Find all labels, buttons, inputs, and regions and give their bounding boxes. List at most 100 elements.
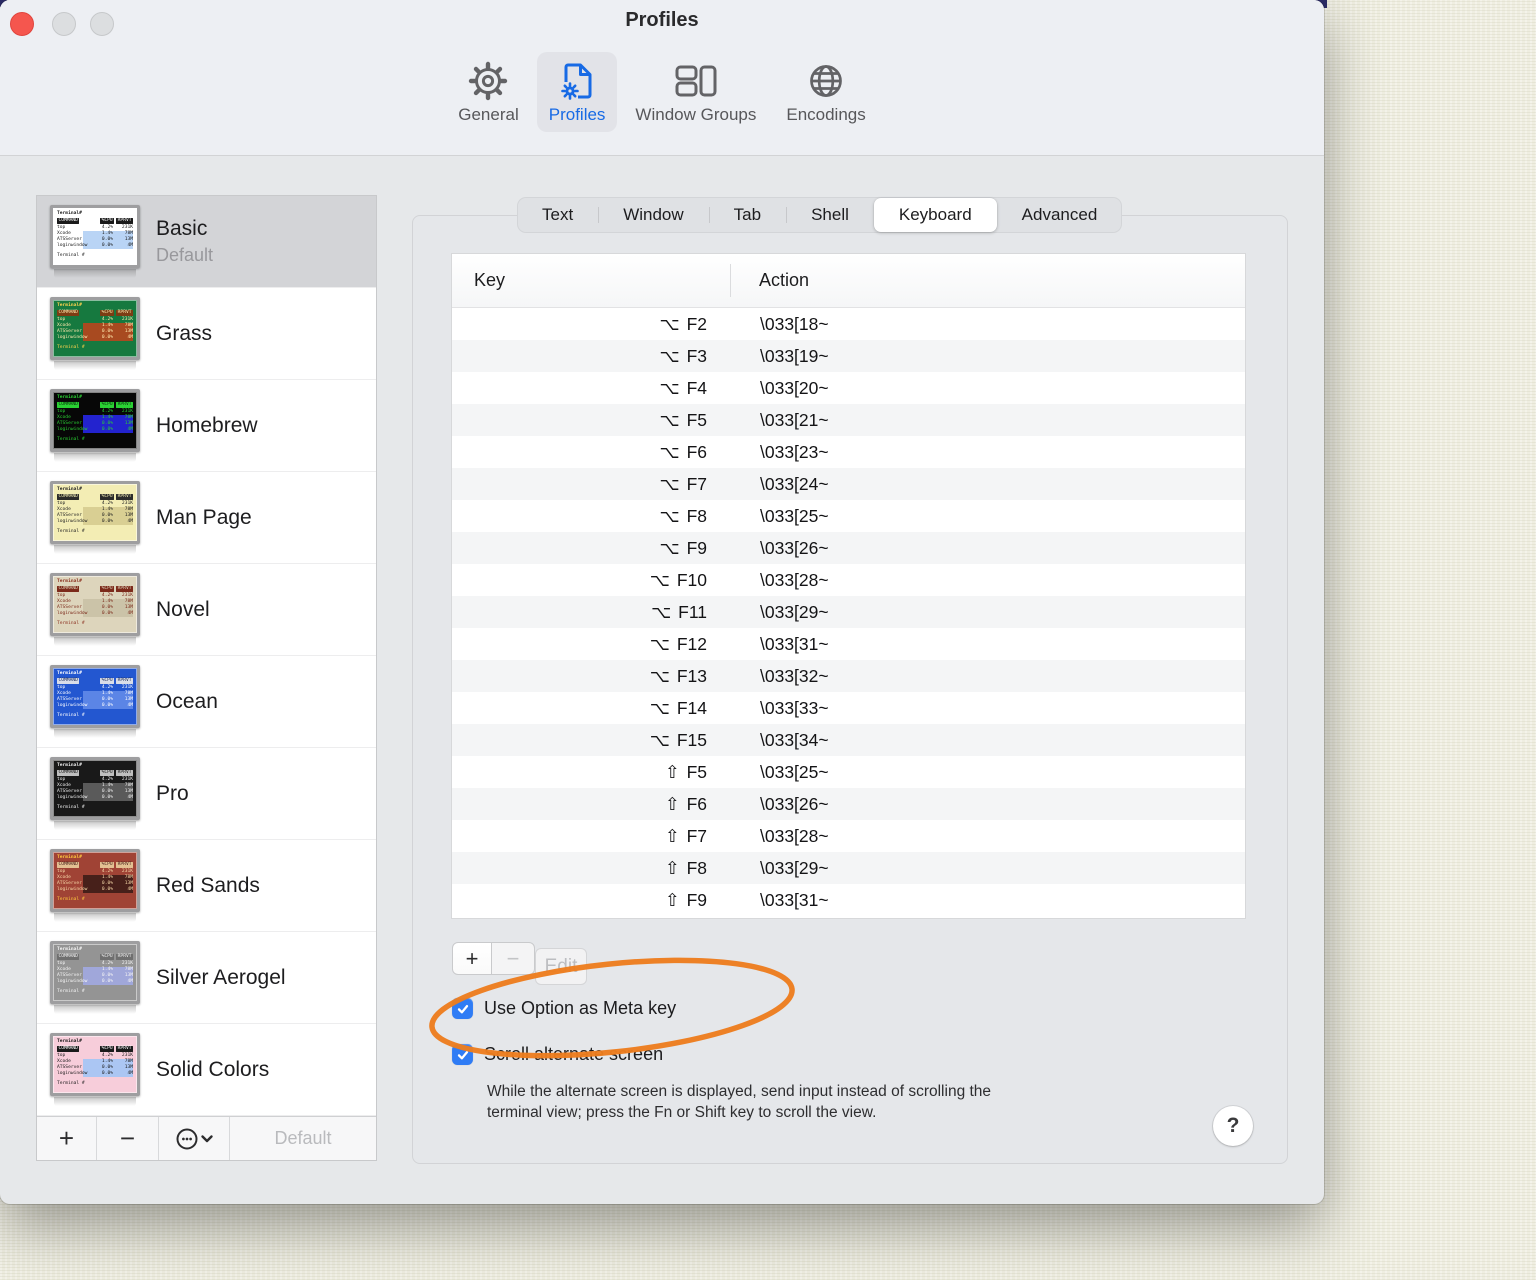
profile-thumbnail: Terminal# COMMAND %CPU RPRVT top 4.2% 231K Xc…	[50, 297, 140, 370]
action-cell: \033[25~	[760, 505, 829, 526]
profile-list-item[interactable]: Terminal# COMMAND %CPU RPRVT top 4.2% 231K Xc…	[37, 932, 376, 1024]
terminal-preview: Terminal# COMMAND %CPU RPRVT top 4.2% 231K Xc…	[50, 389, 140, 452]
checkbox-label: Scroll alternate screen	[484, 1044, 664, 1064]
profile-thumbnail: Terminal# COMMAND %CPU RPRVT top 4.2% 231K Xc…	[50, 757, 140, 830]
action-cell: \033[21~	[760, 409, 829, 430]
window-title: Profiles	[625, 9, 699, 31]
key-action-row[interactable]: ⌥ F5 \033[21~	[452, 404, 1245, 436]
desktop: { "window": { "title": "Profiles" }, "to…	[0, 0, 1536, 1280]
toolbar-item-profiles[interactable]: Profiles	[536, 52, 618, 132]
modifier-key-symbol: ⌥	[659, 441, 680, 462]
key-action-row[interactable]: ⌥ F12 \033[31~	[452, 628, 1245, 660]
key-action-row[interactable]: ⌥ F13 \033[32~	[452, 660, 1245, 692]
key-cell: ⌥ F12	[649, 633, 707, 654]
terminal-preview: Terminal# COMMAND %CPU RPRVT top 4.2% 231K Xc…	[50, 205, 140, 268]
modifier-key-symbol: ⌥	[649, 665, 670, 686]
modifier-key-symbol: ⇧	[664, 857, 680, 878]
add-profile-button[interactable]: +	[37, 1117, 97, 1160]
action-cell: \033[26~	[760, 537, 829, 558]
column-header-key[interactable]: Key	[452, 254, 731, 307]
key-action-rows[interactable]: ⌥ F2 \033[18~ ⌥ F3 \033[19~ ⌥ F4 \033[20~ ⌥…	[452, 308, 1245, 918]
thumbnail-reflection	[54, 453, 136, 462]
modifier-key-symbol: ⇧	[664, 889, 680, 910]
add-key-mapping-button[interactable]: +	[452, 942, 492, 975]
modifier-key-symbol: ⌥	[659, 409, 680, 430]
titlebar: Profiles General Profiles Window Groups …	[0, 0, 1324, 156]
key-action-row[interactable]: ⌥ F6 \033[23~	[452, 436, 1245, 468]
key-action-row[interactable]: ⇧ F8 \033[29~	[452, 852, 1245, 884]
key-action-row[interactable]: ⌥ F7 \033[24~	[452, 468, 1245, 500]
action-cell: \033[28~	[760, 569, 829, 590]
profile-name: Novel	[156, 597, 210, 621]
toolbar-label: Window Groups	[635, 105, 757, 124]
key-cell: ⌥ F3	[659, 345, 707, 366]
key-cell: ⌥ F14	[649, 697, 707, 718]
profile-list-item[interactable]: Terminal# COMMAND %CPU RPRVT top 4.2% 231K Xc…	[37, 472, 376, 564]
tab-text[interactable]: Text	[517, 198, 598, 232]
key-cell: ⇧ F5	[664, 761, 707, 782]
profile-list-item[interactable]: Terminal# COMMAND %CPU RPRVT top 4.2% 231K Xc…	[37, 288, 376, 380]
profile-thumbnail: Terminal# COMMAND %CPU RPRVT top 4.2% 231K Xc…	[50, 1033, 140, 1106]
profile-list-item[interactable]: Terminal# COMMAND %CPU RPRVT top 4.2% 231K Xc…	[37, 1024, 376, 1116]
thumbnail-reflection	[54, 545, 136, 554]
key-cell: ⇧ F8	[664, 857, 707, 878]
profile-list-item[interactable]: Terminal# COMMAND %CPU RPRVT top 4.2% 231K Xc…	[37, 748, 376, 840]
tab-window[interactable]: Window	[598, 198, 708, 232]
thumbnail-reflection	[54, 913, 136, 922]
tab-tab[interactable]: Tab	[708, 198, 786, 232]
tab-bar: Text Window Tab Shell Keyboard Advanced	[517, 197, 1123, 233]
tab-shell[interactable]: Shell	[786, 198, 874, 232]
key-action-row[interactable]: ⌥ F8 \033[25~	[452, 500, 1245, 532]
modifier-key-symbol: ⇧	[664, 793, 680, 814]
terminal-preview: Terminal# COMMAND %CPU RPRVT top 4.2% 231K Xc…	[50, 481, 140, 544]
profile-list-item[interactable]: Terminal# COMMAND %CPU RPRVT top 4.2% 231K Xc…	[37, 564, 376, 656]
key-action-row[interactable]: ⌥ F4 \033[20~	[452, 372, 1245, 404]
thumbnail-reflection	[54, 1097, 136, 1106]
toolbar-item-encodings[interactable]: Encodings	[774, 52, 877, 132]
profile-items: Terminal# COMMAND %CPU RPRVT top 4.2% 231K Xc…	[37, 196, 376, 1117]
use-option-as-meta-key-checkbox[interactable]	[452, 998, 473, 1019]
key-action-row[interactable]: ⌥ F15 \033[34~	[452, 724, 1245, 756]
key-cell: ⌥ F6	[659, 441, 707, 462]
remove-profile-button[interactable]: −	[97, 1117, 159, 1160]
profile-text: Solid Colors	[156, 1058, 269, 1082]
remove-key-mapping-button[interactable]: −	[491, 942, 535, 975]
profile-list-item[interactable]: Terminal# COMMAND %CPU RPRVT top 4.2% 231K Xc…	[37, 656, 376, 748]
toolbar-item-general[interactable]: General	[446, 52, 530, 132]
key-action-row[interactable]: ⇧ F6 \033[26~	[452, 788, 1245, 820]
gear-icon	[465, 60, 511, 102]
tab-advanced[interactable]: Advanced	[997, 198, 1123, 232]
key-action-row[interactable]: ⌥ F3 \033[19~	[452, 340, 1245, 372]
key-action-row[interactable]: ⇧ F7 \033[28~	[452, 820, 1245, 852]
key-action-row[interactable]: ⌥ F9 \033[26~	[452, 532, 1245, 564]
toolbar-label: General	[458, 105, 519, 124]
key-action-row[interactable]: ⌥ F2 \033[18~	[452, 308, 1245, 340]
default-button[interactable]: Default	[230, 1117, 376, 1160]
key-action-row[interactable]: ⌥ F10 \033[28~	[452, 564, 1245, 596]
thumbnail-reflection	[54, 821, 136, 830]
toolbar-label: Encodings	[786, 105, 866, 124]
profile-list-item[interactable]: Terminal# COMMAND %CPU RPRVT top 4.2% 231K Xc…	[37, 196, 376, 288]
key-action-row[interactable]: ⌥ F11 \033[29~	[452, 596, 1245, 628]
action-cell: \033[33~	[760, 697, 829, 718]
help-button[interactable]: ?	[1213, 1106, 1253, 1146]
profile-text: Man Page	[156, 506, 252, 530]
action-cell: \033[34~	[760, 729, 829, 750]
toolbar-item-window-groups[interactable]: Window Groups	[623, 52, 768, 132]
scroll-alternate-screen-checkbox[interactable]	[452, 1044, 473, 1065]
action-cell: \033[18~	[760, 313, 829, 334]
key-cell: ⌥ F15	[649, 729, 707, 750]
thumbnail-reflection	[54, 729, 136, 738]
tab-keyboard[interactable]: Keyboard	[873, 198, 997, 232]
profile-actions-menu-button[interactable]	[159, 1117, 230, 1160]
column-header-action[interactable]: Action	[731, 270, 809, 291]
profile-list-item[interactable]: Terminal# COMMAND %CPU RPRVT top 4.2% 231K Xc…	[37, 380, 376, 472]
action-cell: \033[29~	[760, 601, 829, 622]
key-cell: ⌥ F5	[659, 409, 707, 430]
key-action-row[interactable]: ⇧ F5 \033[25~	[452, 756, 1245, 788]
key-action-row[interactable]: ⌥ F14 \033[33~	[452, 692, 1245, 724]
edit-key-mapping-button[interactable]: Edit	[535, 948, 587, 985]
key-action-row[interactable]: ⇧ F9 \033[31~	[452, 884, 1245, 916]
profile-list-item[interactable]: Terminal# COMMAND %CPU RPRVT top 4.2% 231K Xc…	[37, 840, 376, 932]
profile-name: Basic	[156, 217, 208, 240]
